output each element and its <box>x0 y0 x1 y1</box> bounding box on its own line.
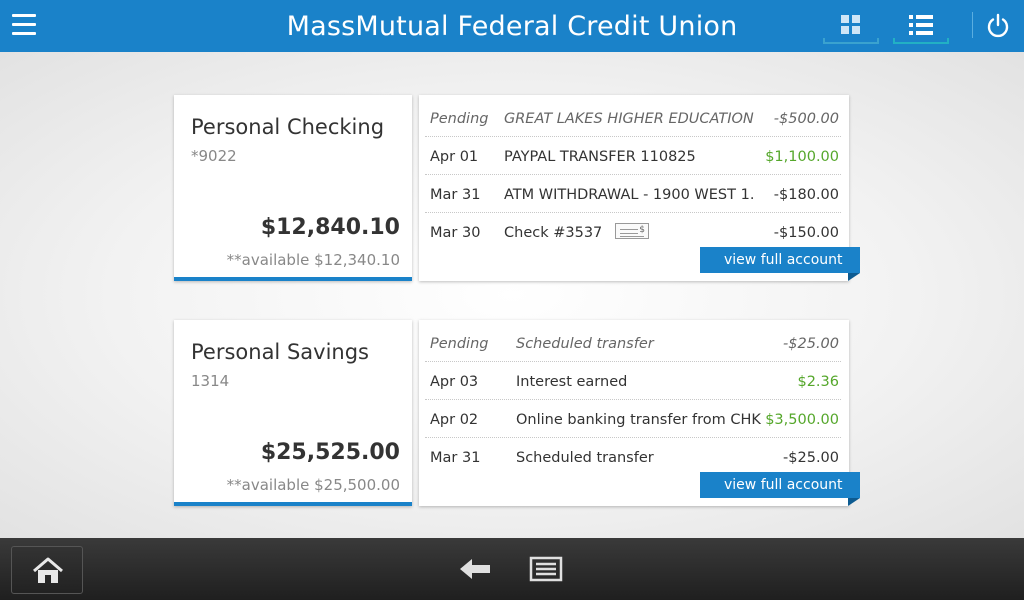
transaction-description: GREAT LAKES HIGHER EDUCATION... <box>504 111 754 127</box>
account-balance: $12,840.10 <box>260 215 400 240</box>
account-balance: $25,525.00 <box>260 440 400 465</box>
power-icon[interactable] <box>985 13 1011 39</box>
account-number: *9022 <box>191 147 237 165</box>
transaction-row[interactable]: Apr 01 PAYPAL TRANSFER 110825 $1,100.00 <box>425 137 841 175</box>
transaction-row[interactable]: Mar 30 Check #3537 $ -$150.00 <box>425 213 841 251</box>
transaction-amount: -$150.00 <box>773 225 839 241</box>
account-name: Personal Checking <box>191 115 385 139</box>
ribbon-fold <box>848 273 860 281</box>
check-dollar-symbol: $ <box>639 225 645 235</box>
account-name: Personal Savings <box>191 340 369 364</box>
menu-icon <box>529 556 563 582</box>
transaction-amount: $2.36 <box>797 374 839 390</box>
transaction-description: PAYPAL TRANSFER 110825 <box>504 149 696 165</box>
grid-view-icon <box>841 15 861 35</box>
list-view-button[interactable] <box>893 0 949 44</box>
transaction-row[interactable]: Apr 02 Online banking transfer from CHK … <box>425 400 841 438</box>
transaction-amount: -$25.00 <box>783 336 839 352</box>
view-full-account-button[interactable]: view full account <box>700 247 860 273</box>
list-view-icon <box>909 14 935 36</box>
transaction-date: Pending <box>430 336 489 352</box>
transaction-description: Scheduled transfer <box>516 336 654 352</box>
account-number: 1314 <box>191 372 230 390</box>
system-nav-bar <box>0 538 1024 600</box>
transaction-date: Mar 30 <box>430 225 481 241</box>
app-header: MassMutual Federal Credit Union <box>0 0 1024 52</box>
transaction-row[interactable]: Mar 31 Scheduled transfer -$25.00 <box>425 438 841 476</box>
transaction-date: Apr 03 <box>430 374 479 390</box>
transaction-date: Pending <box>430 111 489 127</box>
account-card-savings[interactable]: Personal Savings 1314 $25,525.00 **avail… <box>174 320 412 506</box>
transaction-date: Mar 31 <box>430 187 481 203</box>
transaction-description: Online banking transfer from CHK <box>516 412 761 428</box>
back-arrow-icon <box>460 559 490 579</box>
menu-button[interactable] <box>528 556 564 586</box>
transaction-row[interactable]: Pending GREAT LAKES HIGHER EDUCATION... … <box>425 99 841 137</box>
transaction-amount: -$180.00 <box>773 187 839 203</box>
account-card-checking[interactable]: Personal Checking *9022 $12,840.10 **ava… <box>174 95 412 281</box>
transaction-description: Scheduled transfer <box>516 450 654 466</box>
accounts-area: Personal Checking *9022 $12,840.10 **ava… <box>0 52 1024 538</box>
check-image-icon[interactable]: $ <box>615 223 649 239</box>
home-icon <box>33 557 63 583</box>
transaction-description: Check #3537 <box>504 225 603 241</box>
transaction-date: Apr 02 <box>430 412 479 428</box>
back-button[interactable] <box>456 556 494 586</box>
home-button[interactable] <box>11 546 83 594</box>
header-divider <box>972 12 973 38</box>
transactions-card-savings: Pending Scheduled transfer -$25.00 Apr 0… <box>419 320 860 506</box>
transaction-row[interactable]: Apr 03 Interest earned $2.36 <box>425 362 841 400</box>
account-available: **available $25,500.00 <box>226 476 400 494</box>
ribbon-fold <box>848 498 860 506</box>
transactions-card-checking: Pending GREAT LAKES HIGHER EDUCATION... … <box>419 95 860 281</box>
transaction-amount: $1,100.00 <box>765 149 839 165</box>
transaction-date: Mar 31 <box>430 450 481 466</box>
view-full-account-button[interactable]: view full account <box>700 472 860 498</box>
transaction-description: ATM WITHDRAWAL - 1900 WEST 1... <box>504 187 754 203</box>
transaction-amount: -$25.00 <box>783 450 839 466</box>
grid-view-button[interactable] <box>823 0 879 44</box>
transaction-date: Apr 01 <box>430 149 479 165</box>
transaction-amount: $3,500.00 <box>765 412 839 428</box>
transaction-row[interactable]: Pending Scheduled transfer -$25.00 <box>425 324 841 362</box>
transaction-description: Interest earned <box>516 374 628 390</box>
transaction-amount: -$500.00 <box>773 111 839 127</box>
transaction-row[interactable]: Mar 31 ATM WITHDRAWAL - 1900 WEST 1... -… <box>425 175 841 213</box>
account-available: **available $12,340.10 <box>226 251 400 269</box>
